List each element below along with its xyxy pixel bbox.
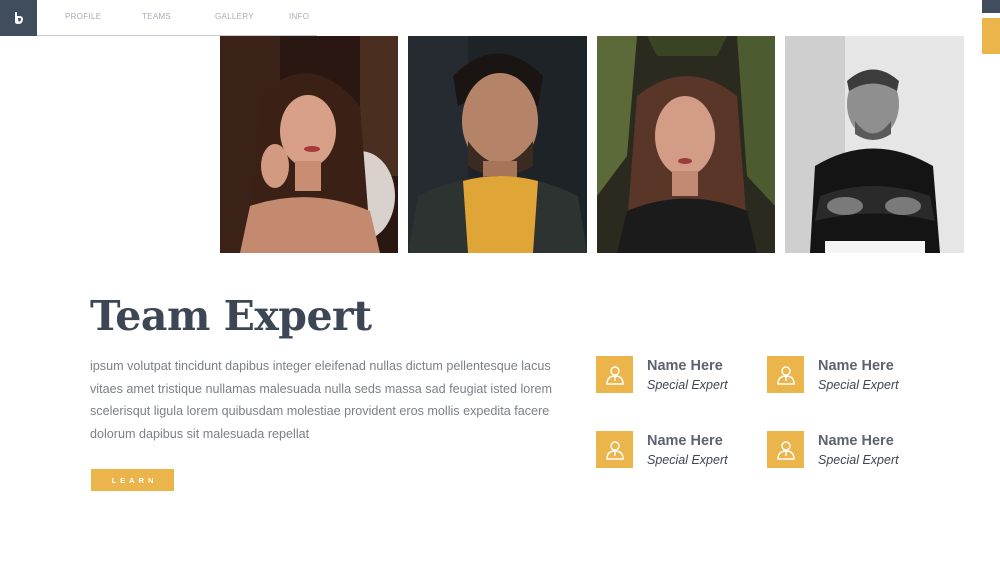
- expert-role: Special Expert: [647, 453, 728, 467]
- corner-accent-gold: [982, 18, 1000, 54]
- corner-accent-dark: [982, 0, 1000, 13]
- top-nav: PROFILE TEAMS GALLERY INFO: [37, 0, 317, 36]
- expert-card[interactable]: Name Here Special Expert: [767, 356, 927, 396]
- expert-name: Name Here: [818, 358, 894, 374]
- photo-man-bw-portrait: [785, 36, 964, 253]
- nav-item-info[interactable]: INFO: [289, 12, 309, 21]
- expert-card[interactable]: Name Here Special Expert: [767, 431, 927, 471]
- expert-card[interactable]: Name Here Special Expert: [596, 356, 756, 396]
- person-icon: [596, 431, 633, 468]
- logo[interactable]: [0, 0, 37, 36]
- nav-item-profile[interactable]: PROFILE: [65, 12, 101, 21]
- person-icon: [767, 431, 804, 468]
- expert-card[interactable]: Name Here Special Expert: [596, 431, 756, 471]
- photo-woman-portrait: [220, 36, 398, 253]
- leaf-logo-icon: [14, 12, 23, 24]
- photo-woman-ferns-portrait: [597, 36, 775, 253]
- nav-item-gallery[interactable]: GALLERY: [215, 12, 254, 21]
- photo-man-portrait: [408, 36, 587, 253]
- expert-name: Name Here: [647, 358, 723, 374]
- person-icon: [767, 356, 804, 393]
- page-title: Team Expert: [90, 292, 372, 340]
- expert-role: Special Expert: [818, 453, 899, 467]
- intro-paragraph: ipsum volutpat tincidunt dapibus integer…: [90, 359, 553, 441]
- person-icon: [596, 356, 633, 393]
- expert-name: Name Here: [647, 433, 723, 449]
- expert-role: Special Expert: [647, 378, 728, 392]
- expert-role: Special Expert: [818, 378, 899, 392]
- expert-name: Name Here: [818, 433, 894, 449]
- nav-item-teams[interactable]: TEAMS: [142, 12, 171, 21]
- learn-button[interactable]: LEARN: [91, 469, 174, 491]
